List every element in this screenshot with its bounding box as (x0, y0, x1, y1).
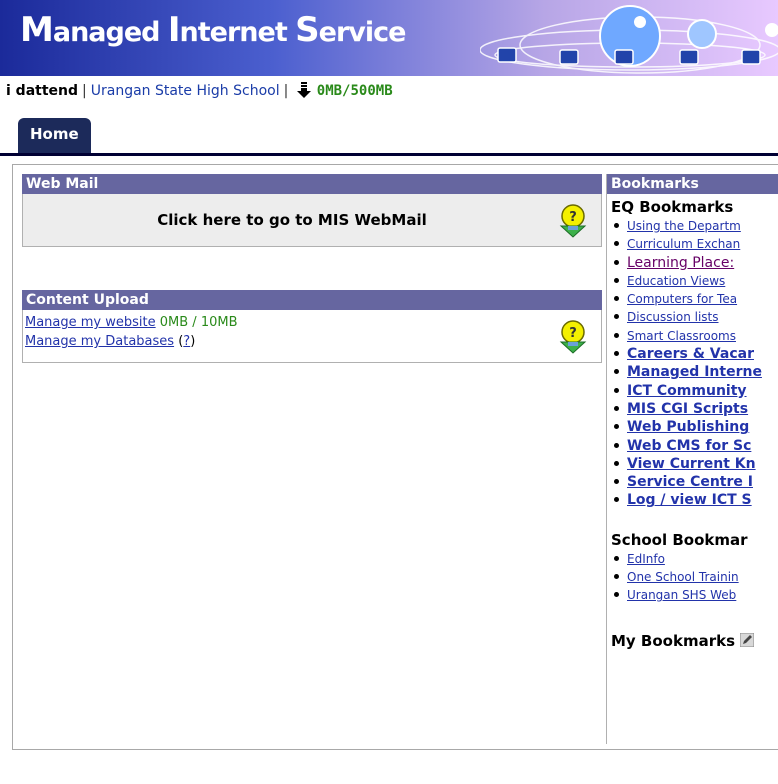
list-item: Log / view ICT S (611, 490, 778, 508)
manage-website-link[interactable]: Manage my website (25, 315, 156, 330)
eq-bookmarks-list: Using the Departm Curriculum Exchan Lear… (607, 216, 778, 509)
bookmarks-panel: Bookmarks EQ Bookmarks Using the Departm… (606, 174, 778, 744)
bookmark-link[interactable]: Learning Place: (627, 255, 734, 271)
bookmark-link[interactable]: View Current Kn (627, 456, 756, 472)
bookmark-link[interactable]: Careers & Vacar (627, 346, 754, 362)
my-bookmarks-heading: My Bookmarks (611, 632, 778, 650)
download-arrow-icon (296, 82, 311, 98)
school-name: Urangan State High School (90, 83, 280, 99)
content-upload-panel: Content Upload Manage my website 0MB / 1… (22, 290, 602, 363)
list-item: Discussion lists (611, 307, 778, 325)
webmail-panel-title: Web Mail (22, 174, 602, 194)
list-item: Service Centre I (611, 472, 778, 490)
lightbulb-help-icon[interactable]: ? (559, 320, 587, 354)
network-graphic-icon (480, 5, 778, 74)
bookmarks-title: Bookmarks (607, 174, 778, 194)
my-bookmarks-label: My Bookmarks (611, 631, 735, 650)
svg-text:?: ? (569, 326, 577, 341)
list-item: Learning Place: (611, 253, 778, 271)
list-item: Urangan SHS Web (611, 585, 778, 603)
school-bookmarks-list: EdInfo One School Trainin Urangan SHS We… (607, 549, 778, 604)
bookmark-link[interactable]: Web CMS for Sc (627, 438, 751, 454)
list-item: EdInfo (611, 549, 778, 567)
list-item: Managed Interne (611, 362, 778, 380)
website-quota: 0MB / 10MB (159, 315, 238, 330)
separator: | (283, 83, 289, 99)
list-item: MIS CGI Scripts (611, 399, 778, 417)
list-item: Smart Classrooms (611, 326, 778, 344)
account-info-bar: i dattend | Urangan State High School | 0MB… (0, 82, 778, 102)
list-item: Web Publishing (611, 417, 778, 435)
edit-pencil-icon[interactable] (740, 632, 755, 647)
bookmark-link[interactable]: Curriculum Exchan (627, 237, 740, 251)
bookmark-link[interactable]: Web Publishing (627, 419, 749, 435)
bookmark-link[interactable]: Education Views (627, 274, 725, 288)
bookmark-link[interactable]: MIS CGI Scripts (627, 401, 748, 417)
bookmark-link[interactable]: Smart Classrooms (627, 329, 736, 343)
webmail-panel-body: Click here to go to MIS WebMail ? (22, 194, 602, 247)
content-upload-title: Content Upload (22, 290, 602, 310)
list-item: Web CMS for Sc (611, 436, 778, 454)
bookmark-link[interactable]: Urangan SHS Web (627, 588, 736, 602)
storage-quota: 0MB/500MB (316, 83, 393, 99)
list-item: Computers for Tea (611, 289, 778, 307)
bookmark-link[interactable]: Log / view ICT S (627, 492, 752, 508)
list-item: ICT Community (611, 381, 778, 399)
tab-bar: Home (0, 118, 778, 156)
lightbulb-help-icon[interactable]: ? (559, 204, 587, 238)
school-bookmarks-heading: School Bookmar (611, 530, 748, 549)
eq-bookmarks-heading: EQ Bookmarks (611, 198, 734, 216)
webmail-link[interactable]: Click here to go to MIS WebMail (23, 194, 561, 246)
list-item: Curriculum Exchan (611, 234, 778, 252)
manage-databases-link[interactable]: Manage my Databases (25, 334, 174, 349)
username: i dattend (6, 83, 79, 99)
header-banner: Managed Internet Service (0, 0, 778, 76)
app-title: Managed Internet Service (20, 10, 406, 50)
tab-home[interactable]: Home (18, 118, 91, 153)
content-upload-body: Manage my website 0MB / 10MB Manage my D… (22, 310, 602, 363)
bookmark-link[interactable]: ICT Community (627, 383, 747, 399)
webmail-panel: Web Mail Click here to go to MIS WebMail… (22, 174, 602, 247)
list-item: Using the Departm (611, 216, 778, 234)
bookmark-link[interactable]: One School Trainin (627, 570, 739, 584)
separator: | (82, 83, 87, 99)
bookmark-link[interactable]: Service Centre I (627, 474, 753, 490)
bookmark-link[interactable]: Using the Departm (627, 219, 741, 233)
paren: ) (190, 334, 196, 349)
bookmark-link[interactable]: EdInfo (627, 552, 665, 566)
list-item: View Current Kn (611, 454, 778, 472)
bookmark-link[interactable]: Computers for Tea (627, 292, 737, 306)
bookmark-link[interactable]: Managed Interne (627, 364, 762, 380)
bookmark-link[interactable]: Discussion lists (627, 310, 719, 324)
list-item: Education Views (611, 271, 778, 289)
svg-text:?: ? (569, 210, 577, 225)
list-item: One School Trainin (611, 567, 778, 585)
list-item: Careers & Vacar (611, 344, 778, 362)
